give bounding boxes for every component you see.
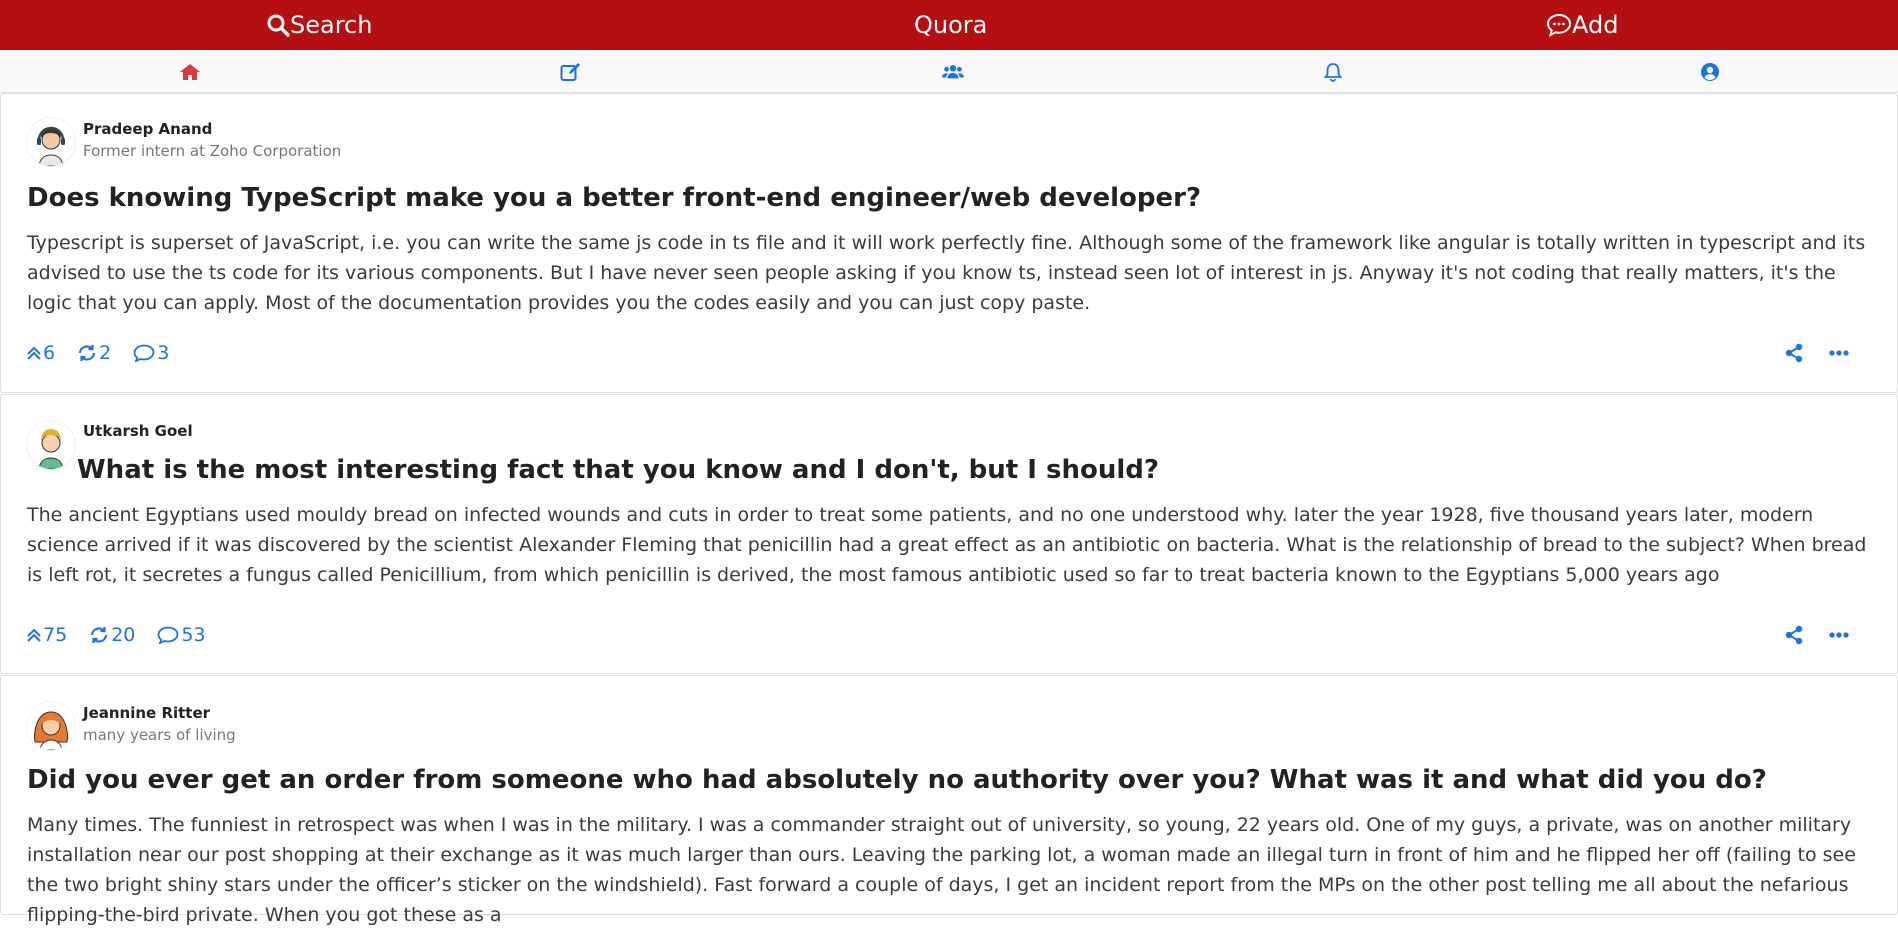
avatar[interactable] — [27, 702, 75, 750]
avatar[interactable] — [27, 421, 75, 469]
upvote-button[interactable]: 6 — [27, 342, 55, 364]
retweet-icon — [78, 345, 96, 361]
comment-button[interactable]: 53 — [157, 624, 206, 646]
comment-icon — [133, 344, 155, 362]
upvote-count: 75 — [43, 624, 68, 646]
more-options-icon[interactable] — [1829, 350, 1849, 356]
bell-icon[interactable] — [1322, 62, 1344, 82]
post-card: Pradeep Anand Former intern at Zoho Corp… — [0, 93, 1898, 393]
top-bar: Search Quora Add — [0, 0, 1898, 50]
retweet-icon — [91, 627, 108, 643]
feed: Pradeep Anand Former intern at Zoho Corp… — [0, 93, 1898, 926]
users-icon[interactable] — [942, 62, 964, 82]
post-menu — [1785, 625, 1849, 645]
answer-text: The ancient Egyptians used mouldy bread … — [27, 504, 1867, 586]
answer-text: Typescript is superset of JavaScript, i.… — [27, 232, 1866, 314]
post-menu — [1785, 343, 1849, 363]
upvote-count: 6 — [43, 342, 56, 364]
upvote-button[interactable]: 75 — [27, 624, 67, 646]
question-title[interactable]: What is the most interesting fact that y… — [77, 455, 1159, 485]
comment-count: 3 — [157, 342, 170, 364]
comment-dots-icon — [1546, 13, 1572, 37]
share-retweet-button[interactable]: 20 — [89, 624, 135, 646]
post-card: Jeannine Ritter many years of living Did… — [0, 675, 1898, 926]
author-credential: Former intern at Zoho Corporation — [83, 142, 342, 160]
user-circle-icon[interactable] — [1699, 62, 1721, 82]
share-retweet-button[interactable]: 2 — [77, 342, 111, 364]
author-name[interactable]: Jeannine Ritter — [83, 704, 210, 722]
comment-button[interactable]: 3 — [133, 342, 169, 364]
post-actions: 6 2 3 — [27, 341, 1873, 365]
search-icon — [266, 13, 290, 37]
comment-icon — [157, 626, 179, 644]
author-name[interactable]: Pradeep Anand — [83, 120, 212, 138]
avatar[interactable] — [27, 118, 75, 166]
post-actions: 75 20 53 — [27, 623, 1873, 647]
answer-text: Many times. The funniest in retrospect w… — [27, 814, 1856, 926]
comment-count: 53 — [181, 624, 206, 646]
home-icon[interactable] — [179, 62, 201, 82]
author-name[interactable]: Utkarsh Goel — [83, 422, 193, 440]
share-count: 2 — [99, 342, 112, 364]
brand-logo[interactable]: Quora — [914, 0, 987, 50]
more-options-icon[interactable] — [1829, 632, 1849, 638]
share-icon[interactable] — [1785, 343, 1803, 363]
search-button[interactable]: Search — [266, 0, 372, 50]
add-button[interactable]: Add — [1546, 0, 1618, 50]
share-icon[interactable] — [1785, 625, 1803, 645]
share-count: 20 — [111, 624, 136, 646]
brand-label: Quora — [914, 11, 988, 39]
author-credential: many years of living — [83, 726, 236, 744]
question-title[interactable]: Did you ever get an order from someone w… — [27, 765, 1767, 795]
nav-bar — [0, 50, 1898, 93]
search-label: Search — [290, 11, 373, 39]
upvote-icon — [27, 346, 41, 360]
question-title[interactable]: Does knowing TypeScript make you a bette… — [27, 183, 1201, 213]
edit-icon[interactable] — [560, 62, 582, 82]
add-label: Add — [1572, 11, 1619, 39]
post-card: Utkarsh Goel What is the most interestin… — [0, 394, 1898, 674]
upvote-icon — [27, 628, 41, 642]
